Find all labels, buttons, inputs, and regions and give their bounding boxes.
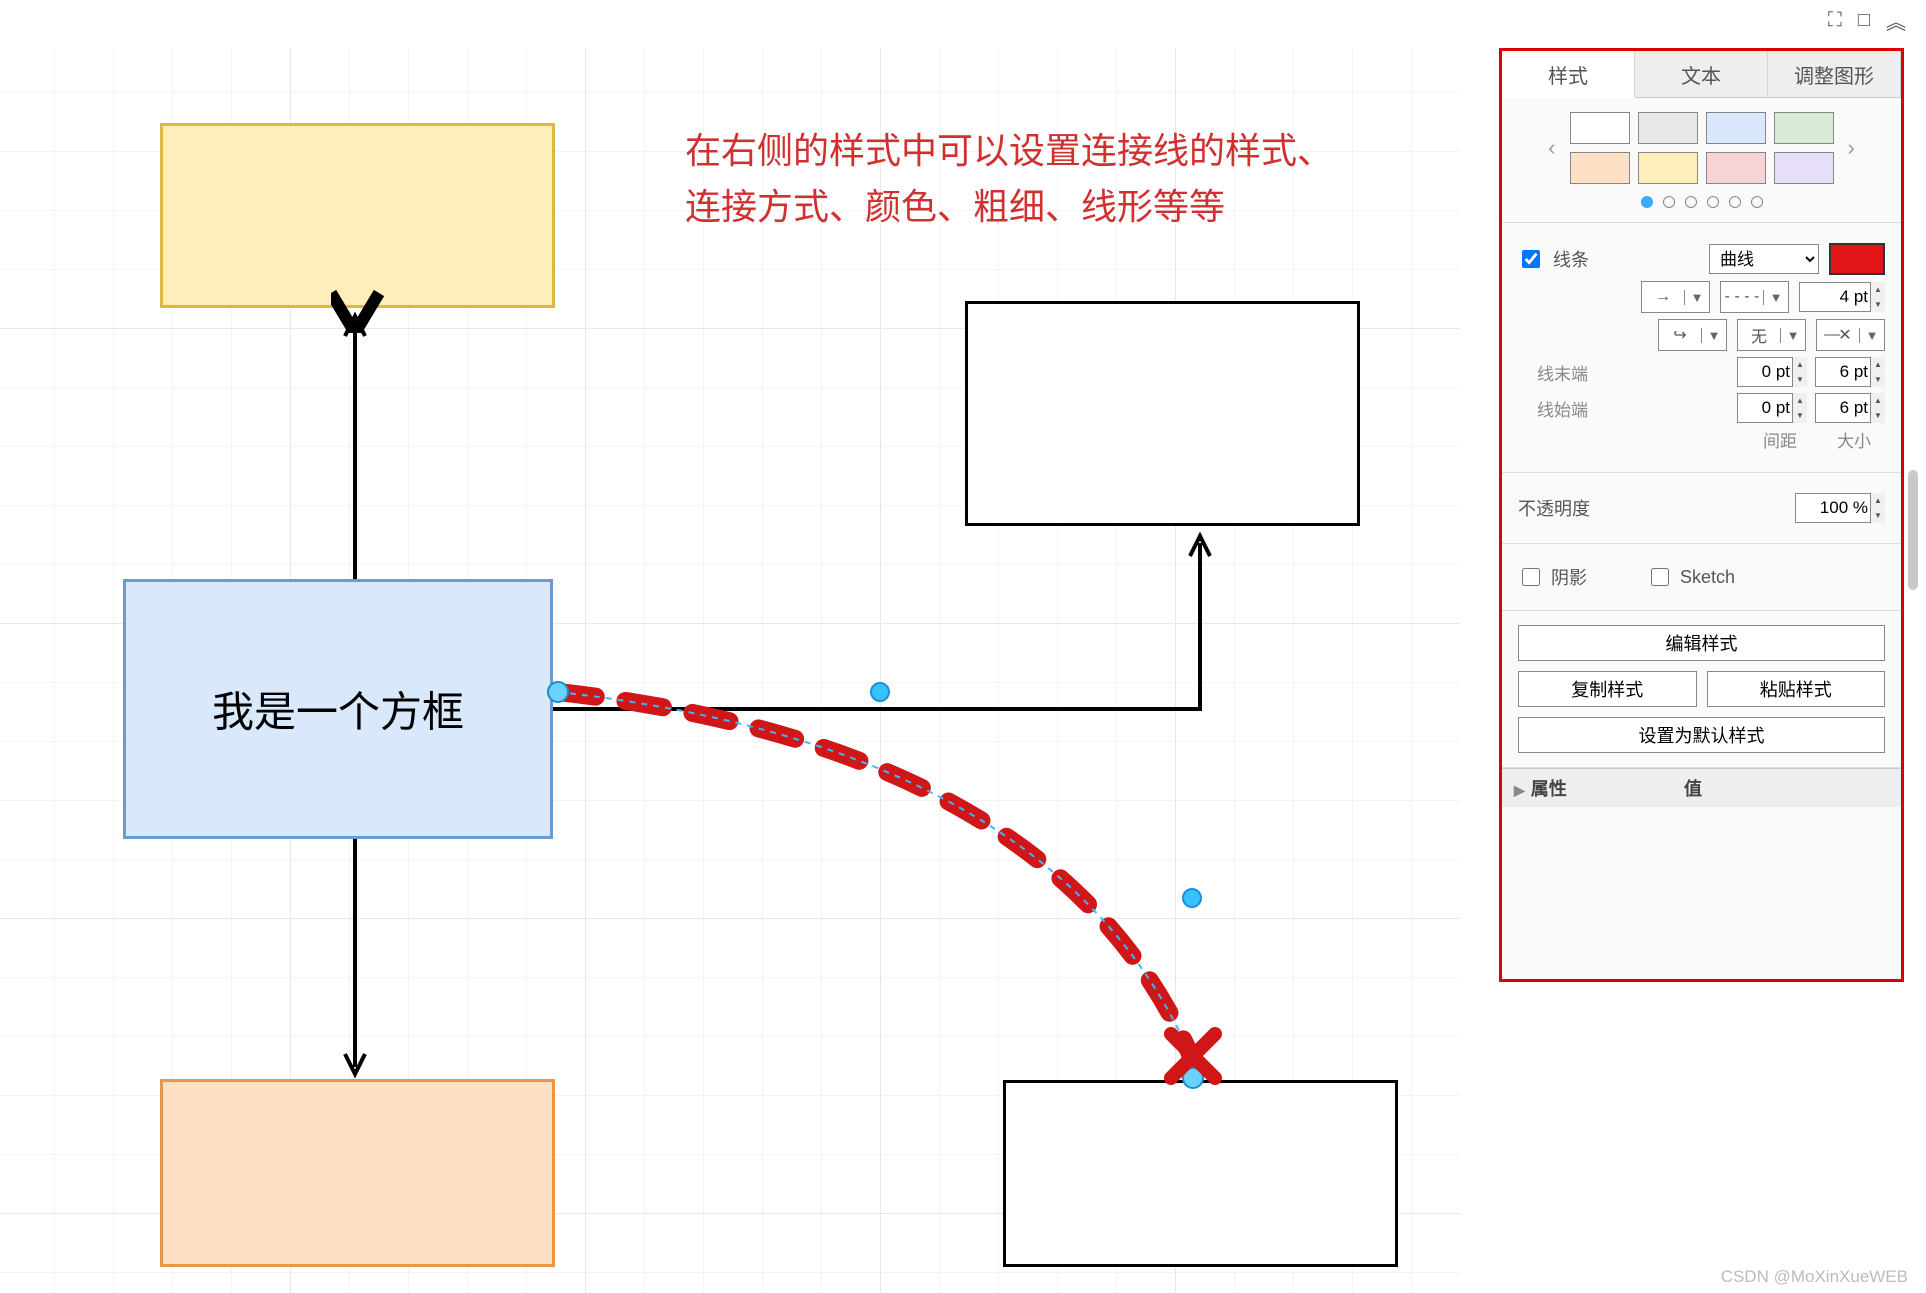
curve-icon: ↪ (1659, 325, 1701, 345)
properties-header[interactable]: ▶属性 值 (1502, 768, 1901, 807)
swatch[interactable] (1706, 152, 1766, 184)
line-enable-checkbox[interactable] (1522, 250, 1540, 268)
shape-yellow-rect[interactable] (160, 123, 555, 308)
dot[interactable] (1685, 196, 1697, 208)
swatch[interactable] (1570, 112, 1630, 144)
fullscreen-icon[interactable]: ⛶ (1828, 9, 1842, 32)
shape-white-bottom[interactable] (1003, 1080, 1398, 1267)
arrow-icon: → (1642, 288, 1684, 306)
selected-connector (558, 692, 1193, 1061)
shape-orange-rect[interactable] (160, 1079, 555, 1267)
swatch[interactable] (1570, 152, 1630, 184)
sketch-checkbox[interactable]: Sketch (1647, 565, 1735, 589)
annotation-text: 在右侧的样式中可以设置连接线的样式、 连接方式、颜色、粗细、线形等等 (685, 123, 1335, 235)
line-style-select[interactable]: 曲线 (1709, 244, 1819, 274)
swatch[interactable] (1706, 112, 1766, 144)
diagram-canvas[interactable]: 我是一个方框 在右侧的样式中可以设置连接线的样式、 连接方式、颜色、粗细、线形等… (0, 48, 1460, 1293)
line-color-swatch[interactable] (1829, 243, 1885, 275)
color-presets-section: ‹ › (1502, 98, 1901, 223)
waypoint-dropdown[interactable]: 无 (1737, 319, 1806, 351)
shape-blue-rect[interactable]: 我是一个方框 (123, 579, 553, 839)
dot[interactable] (1641, 196, 1653, 208)
swatch[interactable] (1638, 112, 1698, 144)
paste-style-button[interactable]: 粘贴样式 (1707, 671, 1886, 707)
swatch[interactable] (1638, 152, 1698, 184)
line-label: 线条 (1553, 246, 1589, 272)
dot[interactable] (1707, 196, 1719, 208)
shadow-checkbox[interactable]: 阴影 (1518, 564, 1587, 590)
triangle-right-icon: ▶ (1514, 782, 1525, 798)
copy-style-button[interactable]: 复制样式 (1518, 671, 1697, 707)
swatch-grid (1570, 112, 1834, 184)
format-panel: 样式 文本 调整图形 ‹ › (1499, 48, 1904, 982)
swatch[interactable] (1774, 152, 1834, 184)
tab-arrange[interactable]: 调整图形 (1768, 51, 1901, 97)
tab-text[interactable]: 文本 (1635, 51, 1768, 97)
opacity-label: 不透明度 (1518, 495, 1590, 521)
arrow-end-dropdown[interactable]: ―✕ (1816, 319, 1885, 351)
dot[interactable] (1663, 196, 1675, 208)
dot[interactable] (1729, 196, 1741, 208)
swatch-page-dots (1518, 196, 1885, 208)
dot[interactable] (1751, 196, 1763, 208)
dash-pattern-dropdown[interactable]: - - - - (1720, 281, 1789, 313)
swatch-next-icon[interactable]: › (1844, 135, 1859, 161)
set-default-style-button[interactable]: 设置为默认样式 (1518, 717, 1885, 753)
window-controls: ⛶ □ ︽ (1828, 6, 1906, 35)
tab-style[interactable]: 样式 (1502, 51, 1635, 98)
shape-white-top[interactable] (965, 301, 1360, 526)
swatch-prev-icon[interactable]: ‹ (1544, 135, 1559, 161)
axis-size-label: 大小 (1837, 427, 1871, 452)
line-end-label: 线末端 (1518, 360, 1588, 385)
collapse-panel-icon[interactable]: ︽ (1886, 6, 1906, 35)
style-buttons-section: 编辑样式 复制样式 粘贴样式 设置为默认样式 (1502, 611, 1901, 768)
split-view-icon[interactable]: □ (1858, 9, 1870, 32)
panel-tabs: 样式 文本 调整图形 (1502, 51, 1901, 98)
swatch[interactable] (1774, 112, 1834, 144)
shape-blue-label: 我是一个方框 (212, 679, 464, 740)
connector-shape-dropdown[interactable]: ↪ (1658, 319, 1727, 351)
edit-style-button[interactable]: 编辑样式 (1518, 625, 1885, 661)
watermark-text: CSDN @MoXinXueWEB (1721, 1267, 1908, 1287)
cross-icon: ―✕ (1817, 325, 1859, 345)
arrow-start-dropdown[interactable]: → (1641, 281, 1710, 313)
opacity-section: 不透明度 ▲▼ (1502, 473, 1901, 544)
axis-gap-label: 间距 (1763, 427, 1797, 452)
line-start-label: 线始端 (1518, 396, 1588, 421)
dash-icon: - - - - (1721, 288, 1763, 306)
line-section: 线条 曲线 → - - - - ▲▼ (1502, 223, 1901, 473)
effects-section: 阴影 Sketch (1502, 544, 1901, 611)
scrollbar-thumb[interactable] (1908, 470, 1918, 590)
none-label-icon: 无 (1738, 323, 1780, 347)
